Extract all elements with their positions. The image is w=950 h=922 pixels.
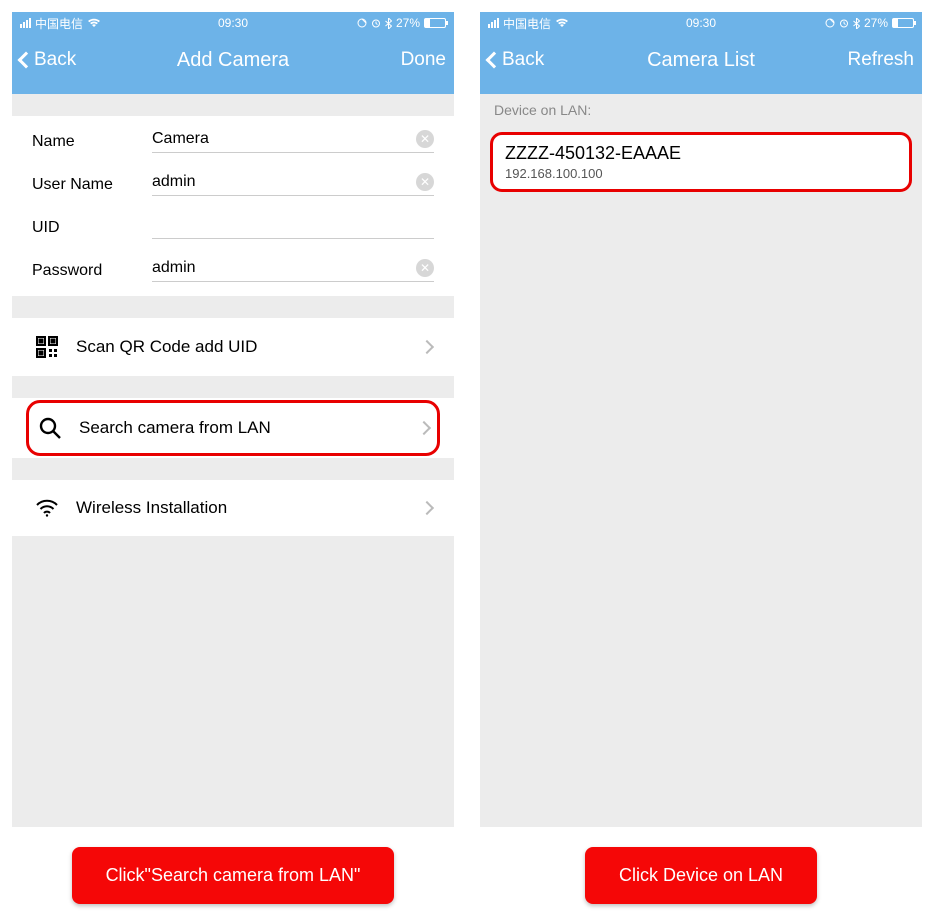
phone-camera-list: 中国电信 09:30 27% bbox=[480, 12, 922, 827]
battery-icon bbox=[892, 18, 914, 28]
bluetooth-icon bbox=[385, 18, 392, 29]
chevron-right-icon bbox=[420, 501, 434, 515]
username-input[interactable] bbox=[152, 173, 416, 191]
alarm-icon bbox=[371, 18, 381, 28]
scan-qr-row[interactable]: Scan QR Code add UID bbox=[12, 318, 454, 376]
battery-icon bbox=[424, 18, 446, 28]
bluetooth-icon bbox=[853, 18, 860, 29]
search-icon bbox=[37, 417, 63, 439]
clear-name-button[interactable]: ✕ bbox=[416, 130, 434, 148]
chevron-right-icon bbox=[420, 340, 434, 354]
search-lan-row[interactable]: Search camera from LAN bbox=[26, 400, 440, 456]
page-title: Add Camera bbox=[162, 49, 304, 72]
uid-label: UID bbox=[32, 219, 152, 237]
name-label: Name bbox=[32, 133, 152, 151]
clear-username-button[interactable]: ✕ bbox=[416, 173, 434, 191]
search-lan-label: Search camera from LAN bbox=[79, 418, 419, 438]
back-button[interactable]: Back bbox=[20, 49, 162, 71]
chevron-left-icon bbox=[486, 52, 503, 69]
password-input[interactable] bbox=[152, 259, 416, 277]
form-block: Name ✕ User Name ✕ UID Pass bbox=[12, 116, 454, 296]
page-title: Camera List bbox=[630, 49, 772, 72]
nav-bar: Back Camera List Refresh bbox=[480, 34, 922, 94]
section-title: Device on LAN: bbox=[480, 94, 922, 126]
device-id-label: ZZZZ-450132-EAAAE bbox=[505, 143, 897, 164]
username-label: User Name bbox=[32, 176, 152, 194]
wireless-install-row[interactable]: Wireless Installation bbox=[12, 480, 454, 536]
chevron-right-icon bbox=[417, 421, 431, 435]
wireless-install-label: Wireless Installation bbox=[76, 498, 422, 518]
device-list-item[interactable]: ZZZZ-450132-EAAAE 192.168.100.100 bbox=[490, 132, 912, 192]
done-button[interactable]: Done bbox=[304, 49, 446, 71]
wifi-icon bbox=[34, 499, 60, 517]
status-bar: 中国电信 09:30 27% bbox=[480, 12, 922, 34]
phone-add-camera: 中国电信 09:30 27% bbox=[12, 12, 454, 827]
caption-right: Click Device on LAN bbox=[585, 847, 817, 904]
carrier-label: 中国电信 bbox=[503, 15, 551, 32]
alarm-icon bbox=[839, 18, 849, 28]
back-button[interactable]: Back bbox=[488, 49, 630, 71]
signal-icon bbox=[20, 18, 31, 28]
password-label: Password bbox=[32, 262, 152, 280]
scan-qr-label: Scan QR Code add UID bbox=[76, 337, 422, 357]
refresh-button[interactable]: Refresh bbox=[772, 49, 914, 71]
wifi-icon bbox=[87, 18, 101, 28]
clear-password-button[interactable]: ✕ bbox=[416, 259, 434, 277]
back-label: Back bbox=[502, 49, 544, 71]
caption-left: Click"Search camera from LAN" bbox=[72, 847, 395, 904]
qr-icon bbox=[34, 336, 60, 358]
location-icon bbox=[825, 18, 835, 28]
name-input[interactable] bbox=[152, 130, 416, 148]
back-label: Back bbox=[34, 49, 76, 71]
battery-pct-label: 27% bbox=[396, 16, 420, 30]
carrier-label: 中国电信 bbox=[35, 15, 83, 32]
location-icon bbox=[357, 18, 367, 28]
chevron-left-icon bbox=[18, 52, 35, 69]
uid-input[interactable] bbox=[152, 216, 434, 234]
status-bar: 中国电信 09:30 27% bbox=[12, 12, 454, 34]
wifi-icon bbox=[555, 18, 569, 28]
battery-pct-label: 27% bbox=[864, 16, 888, 30]
signal-icon bbox=[488, 18, 499, 28]
nav-bar: Back Add Camera Done bbox=[12, 34, 454, 94]
device-ip-label: 192.168.100.100 bbox=[505, 166, 897, 181]
